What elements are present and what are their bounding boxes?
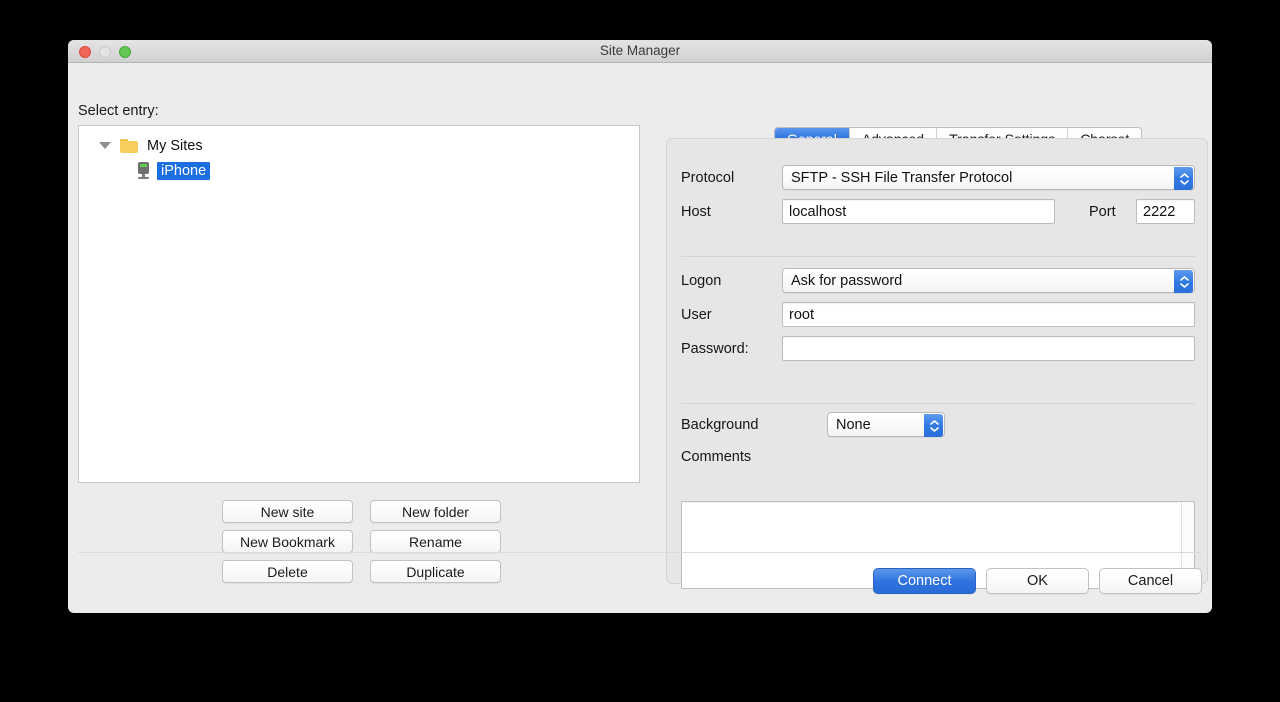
rename-button[interactable]: Rename bbox=[370, 530, 501, 553]
divider bbox=[681, 256, 1195, 257]
background-stepper[interactable] bbox=[924, 414, 943, 437]
host-input[interactable]: localhost bbox=[782, 199, 1055, 224]
logon-label: Logon bbox=[681, 273, 721, 289]
port-input[interactable]: 2222 bbox=[1136, 199, 1195, 224]
tree-item-label: iPhone bbox=[157, 162, 210, 180]
duplicate-button[interactable]: Duplicate bbox=[370, 560, 501, 583]
user-input[interactable]: root bbox=[782, 302, 1195, 327]
chevron-down-icon bbox=[1180, 283, 1187, 287]
site-tree[interactable]: My Sites iPhone bbox=[78, 125, 640, 483]
background-value: None bbox=[836, 417, 871, 433]
chevron-up-icon bbox=[930, 420, 937, 424]
host-label: Host bbox=[681, 204, 711, 220]
delete-button[interactable]: Delete bbox=[222, 560, 353, 583]
footer-actions: Connect OK Cancel bbox=[873, 568, 1202, 594]
chevron-down-icon[interactable] bbox=[99, 142, 111, 149]
chevron-down-icon bbox=[1180, 180, 1187, 184]
port-label: Port bbox=[1089, 204, 1116, 220]
protocol-stepper[interactable] bbox=[1174, 167, 1193, 190]
new-bookmark-button[interactable]: New Bookmark bbox=[222, 530, 353, 553]
tree-action-buttons: New site New folder New Bookmark Rename … bbox=[222, 500, 501, 583]
connect-button[interactable]: Connect bbox=[873, 568, 976, 594]
server-device-icon bbox=[137, 162, 150, 179]
general-settings-group: Protocol SFTP - SSH File Transfer Protoc… bbox=[666, 138, 1208, 584]
background-label: Background bbox=[681, 417, 758, 433]
password-label: Password: bbox=[681, 341, 749, 357]
logon-value: Ask for password bbox=[791, 273, 902, 289]
tree-item-label: My Sites bbox=[147, 138, 203, 154]
user-label: User bbox=[681, 307, 712, 323]
right-pane: General Advanced Transfer Settings Chars… bbox=[656, 63, 1212, 613]
protocol-label: Protocol bbox=[681, 170, 734, 186]
comments-label: Comments bbox=[681, 449, 751, 465]
title-bar: Site Manager bbox=[68, 40, 1212, 63]
background-select[interactable]: None bbox=[827, 412, 945, 437]
logon-stepper[interactable] bbox=[1174, 270, 1193, 293]
protocol-select[interactable]: SFTP - SSH File Transfer Protocol bbox=[782, 165, 1195, 190]
divider bbox=[681, 403, 1195, 404]
logon-select[interactable]: Ask for password bbox=[782, 268, 1195, 293]
cancel-button[interactable]: Cancel bbox=[1099, 568, 1202, 594]
password-input[interactable] bbox=[782, 336, 1195, 361]
footer-divider bbox=[78, 552, 1202, 553]
folder-icon bbox=[120, 139, 138, 153]
new-folder-button[interactable]: New folder bbox=[370, 500, 501, 523]
ok-button[interactable]: OK bbox=[986, 568, 1089, 594]
select-entry-label: Select entry: bbox=[78, 103, 159, 119]
new-site-button[interactable]: New site bbox=[222, 500, 353, 523]
tree-item-iphone[interactable]: iPhone bbox=[79, 158, 639, 183]
dialog-body: Select entry: My Sites iPhone New site bbox=[68, 63, 1212, 613]
chevron-up-icon bbox=[1180, 173, 1187, 177]
protocol-value: SFTP - SSH File Transfer Protocol bbox=[791, 170, 1012, 186]
window-title: Site Manager bbox=[68, 40, 1212, 62]
left-pane: Select entry: My Sites iPhone New site bbox=[68, 63, 656, 613]
site-manager-window: Site Manager Select entry: My Sites iPho… bbox=[68, 40, 1212, 613]
chevron-up-icon bbox=[1180, 276, 1187, 280]
tree-item-my-sites[interactable]: My Sites bbox=[79, 133, 639, 158]
chevron-down-icon bbox=[930, 427, 937, 431]
